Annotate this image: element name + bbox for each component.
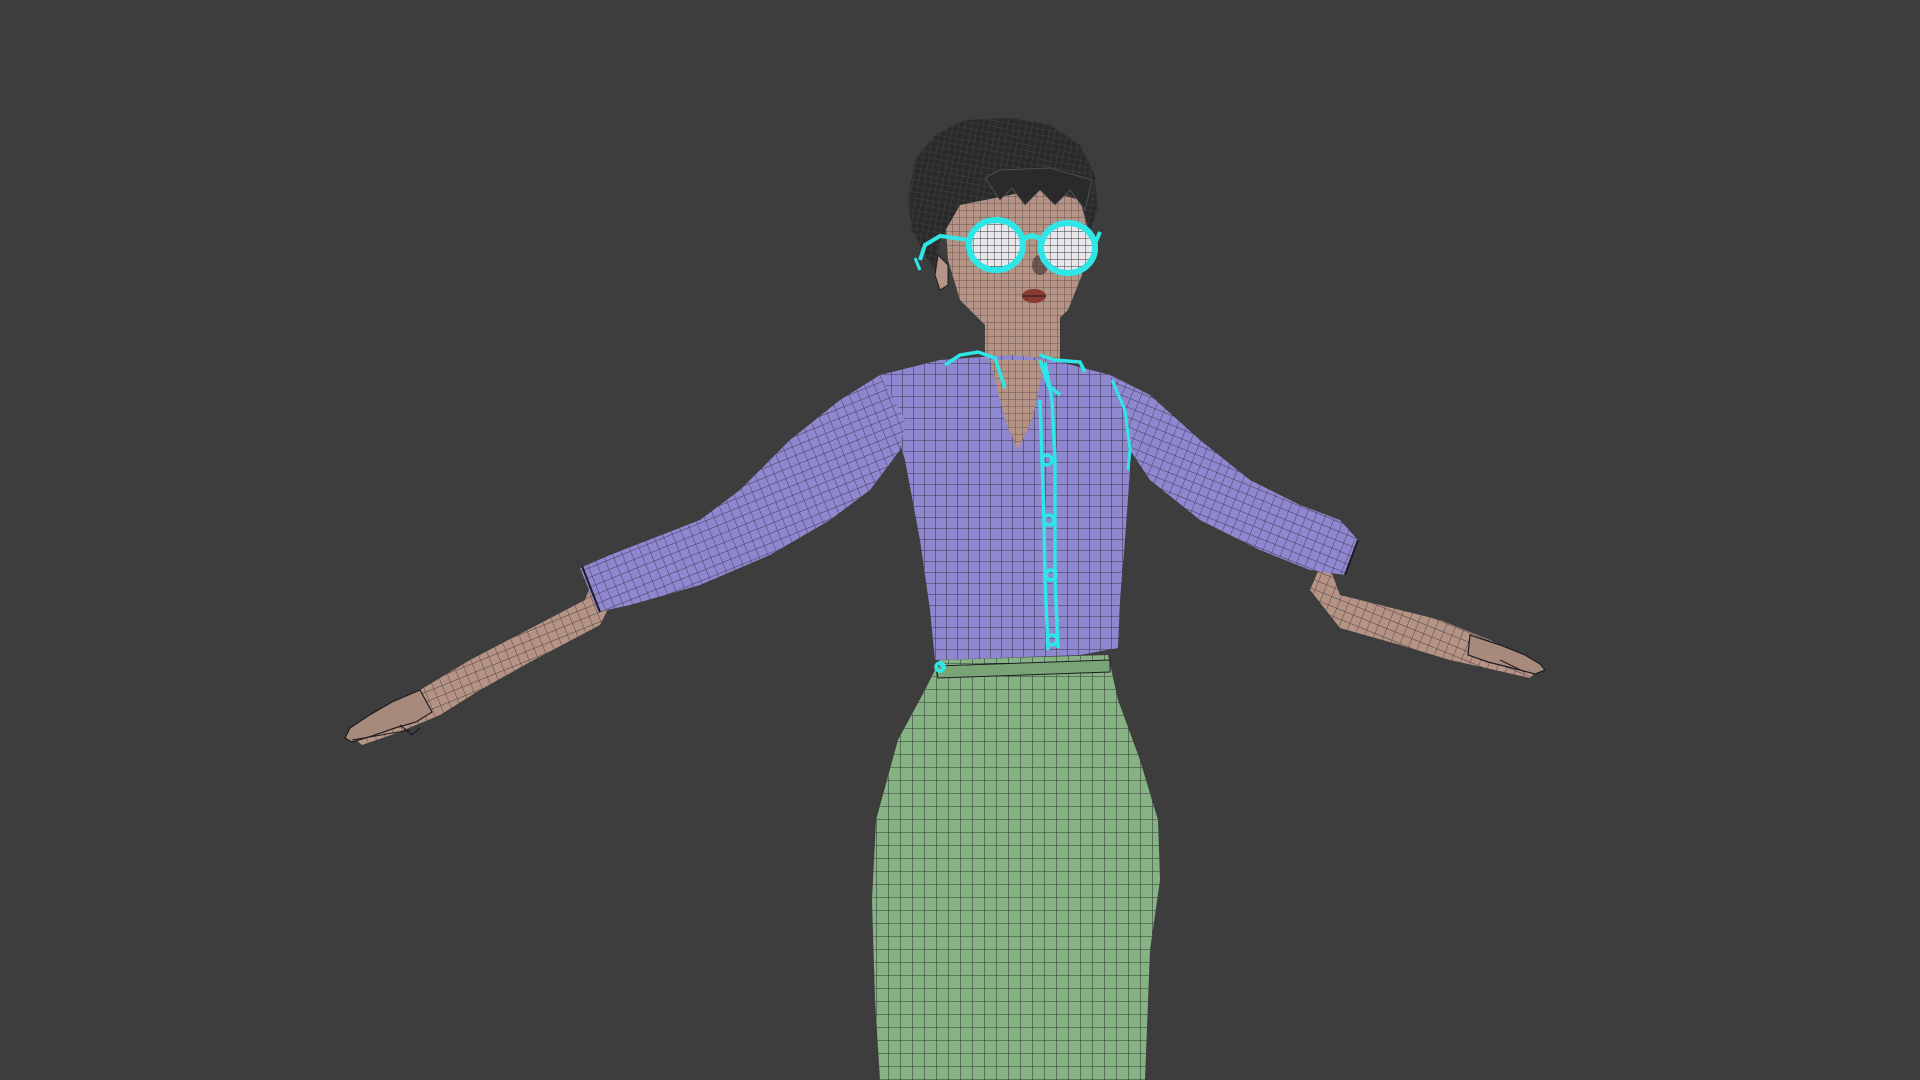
character-model[interactable] <box>0 0 1920 1080</box>
selected-hair-clip[interactable] <box>913 257 922 271</box>
skirt <box>872 655 1160 1080</box>
shirt-torso <box>880 355 1130 660</box>
right-sleeve <box>1110 375 1359 576</box>
3d-viewport[interactable] <box>0 0 1920 1080</box>
left-hand <box>344 689 433 743</box>
left-sleeve <box>580 375 905 613</box>
